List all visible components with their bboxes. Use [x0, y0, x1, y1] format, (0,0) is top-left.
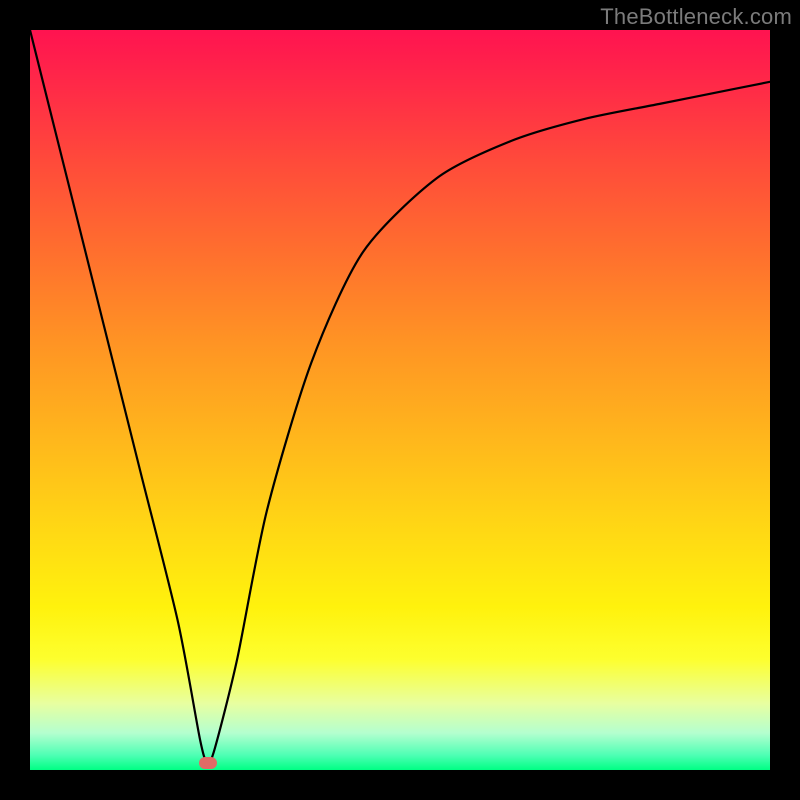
gradient-plot-area — [30, 30, 770, 770]
bottleneck-curve — [30, 30, 770, 770]
watermark-text: TheBottleneck.com — [600, 4, 792, 30]
minimum-marker — [199, 757, 217, 769]
chart-frame: TheBottleneck.com — [0, 0, 800, 800]
